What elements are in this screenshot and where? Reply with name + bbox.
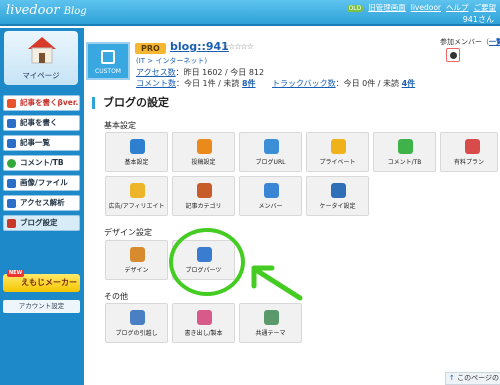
mypage-label: マイページ: [22, 71, 60, 80]
palette-icon: [130, 247, 145, 262]
sidebar-item-write[interactable]: 記事を書く: [3, 115, 80, 131]
tile-label: 広告/アフィリエイト: [108, 203, 165, 210]
tile-pencil[interactable]: 投稿設定: [172, 132, 235, 172]
tile-book[interactable]: 書き出し/製本: [172, 303, 235, 343]
highlight-circle: [169, 228, 245, 296]
up-arrow-icon: ↑: [449, 374, 455, 382]
mypage-button[interactable]: マイページ: [4, 31, 78, 85]
card-icon: [465, 139, 480, 154]
header-links: OLD 旧管理画面 livedoor ヘルプ ご要望: [342, 2, 496, 13]
account-settings-button[interactable]: アカウント設定: [3, 300, 80, 313]
truck-icon: [130, 310, 145, 325]
section-title-other: その他: [104, 292, 128, 301]
image-icon: [7, 179, 16, 188]
tile-label: 投稿設定: [191, 159, 216, 166]
tile-label: メンバー: [258, 203, 283, 210]
tile-label: 共通テーマ: [255, 330, 286, 337]
old-admin-link[interactable]: 旧管理画面: [368, 3, 406, 12]
phone-icon: [331, 183, 346, 198]
tile-label: プライベート: [319, 159, 356, 166]
user-name: 941さん: [462, 15, 494, 24]
tile-lock[interactable]: プライベート: [306, 132, 369, 172]
help-link[interactable]: ヘルプ: [446, 3, 469, 12]
pro-badge: PRO: [135, 43, 166, 54]
chart-icon: [7, 199, 16, 208]
livedoor-blog-logo[interactable]: livedoor Blog: [6, 3, 87, 18]
members-list-link[interactable]: 一覧: [489, 38, 500, 46]
list-icon: [7, 139, 16, 148]
comment-unread-link[interactable]: 8件: [242, 79, 256, 88]
emoji-maker-button[interactable]: NEW えもじメーカー: [3, 270, 80, 292]
sidebar-item-blog-settings[interactable]: ブログ設定: [3, 215, 80, 231]
tile-label: コメント/TB: [387, 159, 422, 166]
tile-speech-bubble[interactable]: コメント/TB: [373, 132, 436, 172]
tile-card[interactable]: 有料プラン: [440, 132, 498, 172]
speech-bubble-icon: [398, 139, 413, 154]
tile-label: デザイン: [124, 267, 149, 274]
tile-label: 有料プラン: [453, 159, 484, 166]
tile-label: 基本設定: [124, 159, 149, 166]
cloud-icon: [264, 310, 279, 325]
livedoor-link[interactable]: livedoor: [411, 3, 441, 12]
wrench-icon: [7, 219, 16, 228]
people-icon: [264, 183, 279, 198]
new-badge: NEW: [7, 270, 25, 277]
trackback-count: トラックバック数：今日 0件 / 未読 4件: [272, 79, 416, 88]
pointer-arrow: [251, 265, 303, 301]
sidebar-item-comments[interactable]: コメント/TB: [3, 155, 80, 171]
id-card-icon: [130, 139, 145, 154]
pencil-icon: [7, 119, 16, 128]
tile-globe[interactable]: ブログURL: [239, 132, 302, 172]
custom-icon: [101, 50, 115, 64]
book-icon: [197, 310, 212, 325]
blog-thumbnail[interactable]: CUSTOM: [86, 42, 130, 80]
blog-category-link[interactable]: (IT > インターネット): [136, 56, 207, 66]
tile-label: ブログURL: [255, 159, 286, 166]
tile-people[interactable]: メンバー: [239, 176, 302, 216]
trackback-unread-link[interactable]: 4件: [402, 79, 416, 88]
page-top-link[interactable]: ↑ このページの: [445, 372, 500, 385]
request-link[interactable]: ご要望: [474, 3, 497, 12]
tile-label: 書き出し/製本: [184, 330, 223, 337]
comment-count: コメント数：今日 1件 / 未読 8件: [136, 79, 256, 88]
old-badge: OLD: [346, 5, 364, 12]
tile-label: ブログの引越し: [115, 330, 158, 337]
sidebar-item-analytics[interactable]: アクセス解析: [3, 195, 80, 211]
tile-phone[interactable]: ケータイ設定: [306, 176, 369, 216]
house-icon: [28, 37, 56, 64]
tile-coin[interactable]: 広告/アフィリエイト: [105, 176, 168, 216]
tile-label: ケータイ設定: [319, 203, 356, 210]
tile-folder[interactable]: 記事カテゴリ: [172, 176, 235, 216]
access-count: アクセス数：昨日 1602 / 今日 812: [136, 68, 265, 77]
top-bar: livedoor Blog OLD 旧管理画面 livedoor ヘルプ ご要望 941…: [0, 0, 500, 26]
sidebar: マイページ 記事を書くβver. 記事を書く 記事一覧 コメント/TB 画像/フ…: [0, 28, 84, 385]
comment-icon: [7, 159, 16, 168]
sidebar-item-write-beta[interactable]: 記事を書くβver.: [3, 95, 80, 111]
pencil-icon: [7, 99, 16, 108]
tile-truck[interactable]: ブログの引越し: [105, 303, 168, 343]
section-title-design: デザイン設定: [104, 228, 152, 237]
folder-icon: [197, 183, 212, 198]
lock-icon: [331, 139, 346, 154]
rating-stars: ☆☆☆☆☆: [222, 42, 254, 51]
blog-name-link[interactable]: blog::941: [170, 40, 229, 53]
members-title: 参加メンバー（一覧: [440, 37, 500, 47]
avatar[interactable]: [446, 48, 460, 62]
tile-label: 記事カテゴリ: [185, 203, 222, 210]
sidebar-item-images[interactable]: 画像/ファイル: [3, 175, 80, 191]
tile-palette[interactable]: デザイン: [105, 240, 168, 280]
section-title-basic: 基本設定: [104, 121, 136, 130]
tile-cloud[interactable]: 共通テーマ: [239, 303, 302, 343]
page-title: ブログの設定: [92, 97, 169, 109]
globe-icon: [264, 139, 279, 154]
sidebar-item-articles[interactable]: 記事一覧: [3, 135, 80, 151]
coin-icon: [130, 183, 145, 198]
pencil-icon: [197, 139, 212, 154]
tile-id-card[interactable]: 基本設定: [105, 132, 168, 172]
